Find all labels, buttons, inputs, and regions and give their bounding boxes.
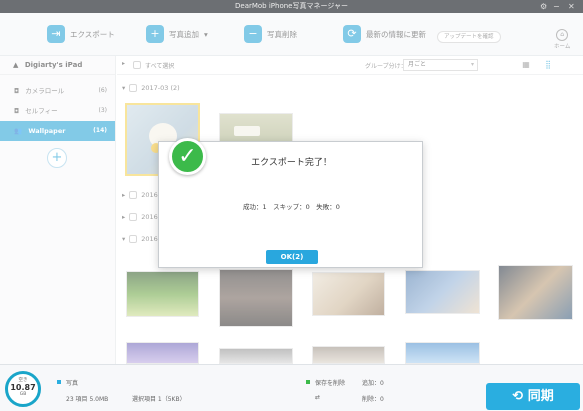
export-complete-dialog: ✓ エクスポート完了！ 成功：1 スキップ：0 失敗：0 OK(2) <box>158 138 423 268</box>
close-icon[interactable]: ✕ <box>568 0 575 13</box>
settings-icon[interactable]: ⚙ <box>540 0 547 13</box>
photo-summary: 23 項目 5.0MB <box>66 396 109 403</box>
sync-icon: ⟲ <box>512 389 528 404</box>
storage-value: 10.87 <box>10 383 36 392</box>
ok-button[interactable]: OK(2) <box>266 250 318 264</box>
photo-label: 写真 <box>66 380 79 387</box>
dialog-result: 成功：1 スキップ：0 失敗：0 <box>243 203 340 211</box>
window-titlebar: DearMob iPhone写真マネージャー ⚙ − ✕ <box>0 0 583 13</box>
removed-count: 削除：0 <box>362 396 384 403</box>
sync-button[interactable]: ⟲ 同期 <box>486 383 580 410</box>
sync-label: 同期 <box>527 389 554 404</box>
storage-unit: GB <box>19 392 27 397</box>
selected-summary: 選択項目 1（5KB） <box>132 396 186 403</box>
dialog-title: エクスポート完了！ <box>251 158 332 168</box>
added-count: 追加：0 <box>362 380 384 387</box>
storage-gauge: 空き 10.87 GB <box>5 371 41 407</box>
sync-arrow-icon: ⇄ <box>315 394 321 401</box>
pending-dot-icon <box>306 380 310 384</box>
window-title: DearMob iPhone写真マネージャー <box>235 2 348 10</box>
status-bar: 空き 10.87 GB 写真 23 項目 5.0MB 選択項目 1（5KB） 保… <box>0 364 583 411</box>
minimize-icon[interactable]: − <box>553 0 560 13</box>
pending-label: 保存を削除 <box>315 380 346 387</box>
photo-dot-icon <box>57 380 61 384</box>
